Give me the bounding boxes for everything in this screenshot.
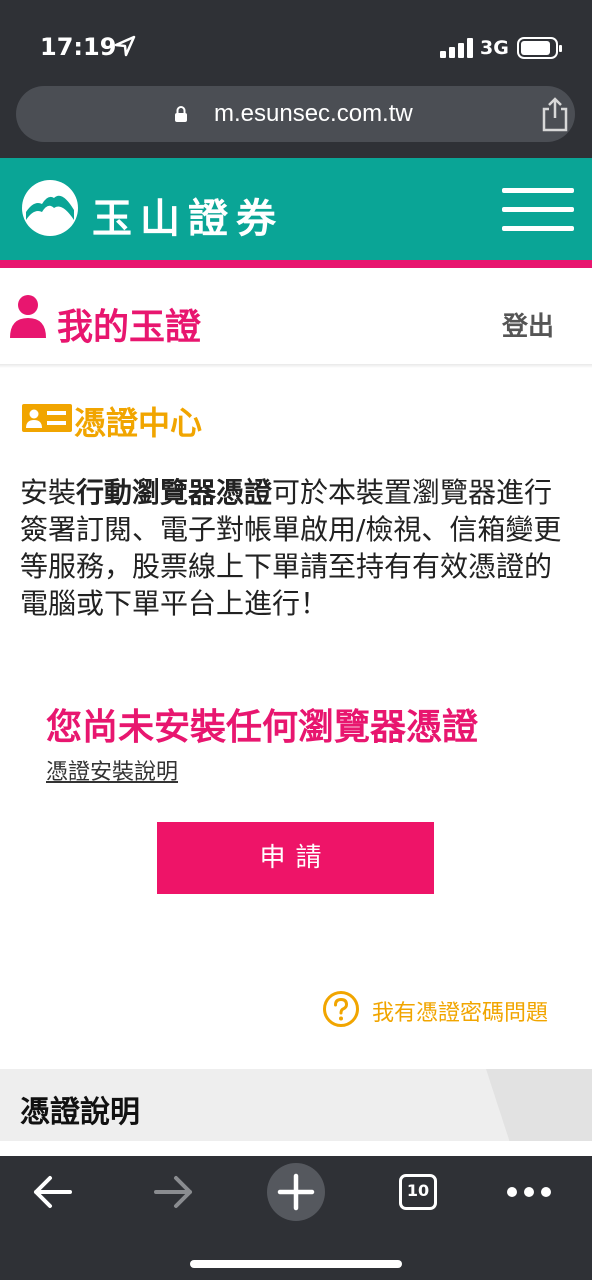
lock-icon [175,106,187,122]
share-icon[interactable] [540,96,570,132]
status-time: 17:19 [40,33,117,61]
logout-button[interactable]: 登出 [502,306,554,343]
brand-name[interactable]: 玉山證券 [92,186,284,244]
password-help-text: 我有憑證密碼問題 [372,1001,549,1026]
cert-center-title: 憑證中心 [74,404,203,442]
page-title: 我的玉證 [57,307,202,348]
cert-description: 安裝行動瀏覽器憑證可於本裝置瀏覽器進行簽署訂閱、電子對帳單啟用/檢視、信箱變更等… [20,476,562,620]
section-decoration [486,1069,592,1141]
more-icon[interactable] [506,1186,552,1198]
battery-icon [517,37,562,59]
plus-icon [277,1173,315,1211]
tab-count: 10 [406,1181,430,1200]
browser-toolbar: 10 [0,1156,592,1280]
signal-icon [440,38,473,58]
install-guide-link[interactable]: 憑證安裝說明 [46,754,178,786]
browser-bar: m.esunsec.com.tw [0,80,592,158]
header-accent-line [0,260,592,268]
id-card-icon [22,404,72,432]
apply-button[interactable]: 申請 [157,822,434,894]
question-icon [323,991,359,1027]
network-type: 3G [480,37,509,59]
forward-arrow-icon[interactable] [152,1170,196,1214]
new-tab-button[interactable] [267,1163,325,1221]
home-indicator [190,1260,402,1268]
url-text: m.esunsec.com.tw [214,100,413,127]
divider [0,364,592,368]
location-arrow-icon [114,35,136,57]
member-bar: 我的玉證 登出 [0,268,592,365]
section-title: 憑證說明 [20,1095,140,1130]
person-icon [10,295,46,338]
address-bar[interactable]: m.esunsec.com.tw [16,86,575,142]
status-bar: 17:19 3G [0,0,592,80]
no-cert-notice: 您尚未安裝任何瀏覽器憑證 [46,707,479,748]
mountain-logo-icon[interactable] [22,180,78,236]
menu-icon[interactable] [502,188,574,232]
tabs-button[interactable]: 10 [399,1174,437,1210]
back-arrow-icon[interactable] [30,1170,74,1214]
highlight-text: 行動瀏覽器憑證 [76,476,273,509]
cert-info-section[interactable]: 憑證說明 [0,1069,592,1141]
site-header: 玉山證券 [0,158,592,260]
